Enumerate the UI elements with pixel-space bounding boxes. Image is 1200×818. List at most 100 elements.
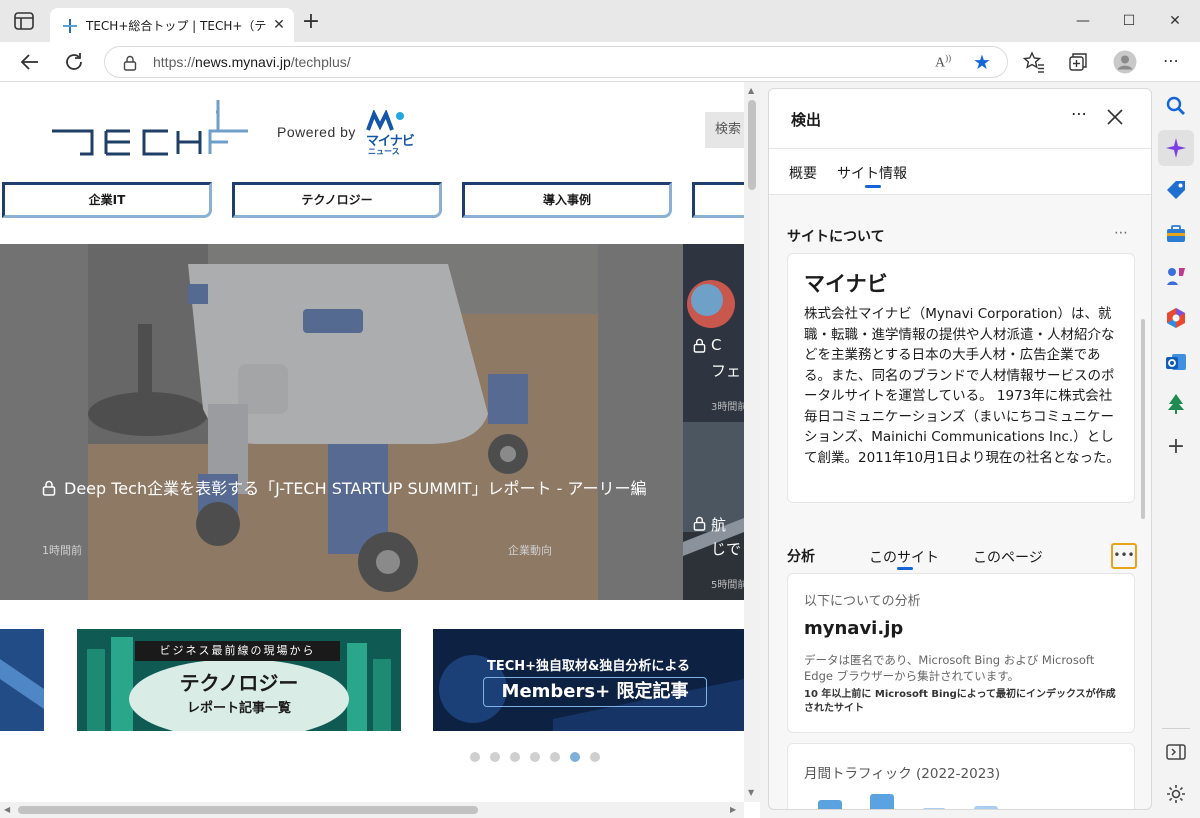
shopping-tag-icon[interactable] [1164, 178, 1188, 202]
panel-more-icon[interactable]: ⋯ [1067, 103, 1091, 127]
page-vertical-scroll-thumb[interactable] [748, 100, 756, 190]
games-icon[interactable] [1164, 264, 1188, 288]
about-section-title: サイトについて [787, 229, 885, 245]
analysis-tab-this-page[interactable]: このページ [973, 547, 1043, 567]
hero-category: 企業動向 [508, 544, 552, 557]
carousel-dot[interactable] [590, 752, 600, 762]
banner-technology-report[interactable]: ビジネス最前線の現場から テクノロジー レポート記事一覧 [77, 629, 401, 731]
scroll-down-icon[interactable]: ▼ [748, 788, 754, 797]
back-icon[interactable] [18, 50, 42, 74]
banner-partial[interactable] [0, 629, 44, 731]
mynavi-mark-icon [366, 109, 404, 131]
panel-close-icon[interactable] [1103, 105, 1127, 129]
side-article-card[interactable]: C フェ 3時間前 [683, 244, 744, 422]
tab-actions-icon[interactable] [14, 12, 34, 30]
add-sidebar-app-icon[interactable]: + [1164, 436, 1188, 460]
side-article-thumbnail [683, 244, 744, 422]
hide-sidebar-icon[interactable] [1164, 740, 1188, 764]
banner-title: テクノロジー [179, 671, 299, 695]
hero-carousel[interactable]: Deep Tech企業を表彰する「J-TECH STARTUP SUMMIT」レ… [0, 244, 744, 600]
carousel-dot[interactable] [550, 752, 560, 762]
panel-header: 検出 ⋯ [769, 89, 1151, 149]
nav-tab-case-studies[interactable]: 導入事例 [462, 182, 672, 218]
analysis-active-indicator [897, 567, 913, 570]
scroll-left-icon[interactable]: ◀ [4, 805, 10, 814]
nav-tab-enterprise-it[interactable]: 企業IT [2, 182, 212, 218]
collections-icon[interactable] [1067, 51, 1089, 73]
banner-subtitle: Members+ 限定記事 [483, 677, 707, 707]
navigation-toolbar: https://news.mynavi.jp/techplus/ A)) ★ ⋯ [0, 42, 1200, 82]
settings-more-icon[interactable]: ⋯ [1160, 51, 1182, 73]
sidebar-divider [1162, 728, 1190, 729]
outlook-icon[interactable] [1164, 350, 1188, 374]
carousel-dot[interactable] [470, 752, 480, 762]
panel-scrollbar[interactable] [1141, 319, 1145, 519]
analysis-card: 以下についての分析 mynavi.jp データは匿名であり、Microsoft … [787, 573, 1135, 733]
hero-overlay [0, 244, 683, 600]
analysis-tab-this-site[interactable]: このサイト [869, 547, 939, 567]
mynavi-news-logo[interactable]: マイナビ ニュース [364, 109, 415, 158]
favorite-star-icon[interactable]: ★ [973, 50, 991, 74]
favorites-icon[interactable] [1023, 51, 1045, 73]
banner-members-plus[interactable]: TECH+独自取材&独自分析による Members+ 限定記事 [433, 629, 744, 731]
address-bar[interactable]: https://news.mynavi.jp/techplus/ A)) ★ [104, 46, 1008, 78]
panel-title: 検出 [791, 111, 822, 129]
tech-plus-favicon-icon [63, 19, 77, 33]
carousel-dot[interactable] [490, 752, 500, 762]
window-close-icon[interactable]: ✕ [1163, 10, 1187, 32]
traffic-bar [870, 794, 894, 809]
traffic-bar [818, 800, 842, 809]
powered-by-label: Powered by [277, 124, 356, 140]
active-tab-indicator [865, 185, 881, 188]
page-horizontal-scrollbar[interactable]: ◀ ▶ [0, 802, 744, 818]
panel-tabs: 概要 サイト情報 [769, 149, 1151, 195]
traffic-bar [974, 806, 998, 809]
side-article-thumbnail [683, 422, 744, 600]
about-site-name: マイナビ [804, 272, 888, 296]
banner-graphic [0, 629, 44, 731]
nav-tab-technology[interactable]: テクノロジー [232, 182, 442, 218]
analysis-note: データは匿名であり、Microsoft Bing および Microsoft E… [804, 653, 1095, 683]
tools-briefcase-icon[interactable] [1164, 222, 1188, 246]
carousel-dot-active[interactable] [570, 752, 580, 762]
discover-sparkle-icon[interactable] [1164, 136, 1188, 160]
title-bar: TECH+総合トップ | TECH+（テック ✕ + — ☐ ✕ [0, 0, 1200, 42]
banner-tag: ビジネス最前線の現場から [135, 641, 340, 661]
browser-tab[interactable]: TECH+総合トップ | TECH+（テック ✕ [50, 8, 294, 42]
minimize-icon[interactable]: — [1071, 10, 1095, 32]
drop-tree-icon[interactable] [1164, 392, 1188, 416]
tab-overview[interactable]: 概要 [789, 163, 817, 183]
side-article-title: C [711, 336, 722, 354]
side-article-card[interactable]: 航 じで 5時間前 [683, 422, 744, 600]
office-icon[interactable] [1164, 306, 1188, 330]
sidebar-settings-icon[interactable] [1164, 782, 1188, 806]
scroll-up-icon[interactable]: ▲ [748, 86, 754, 95]
lock-icon[interactable] [123, 55, 137, 71]
tab-close-icon[interactable]: ✕ [270, 16, 288, 34]
hero-title: Deep Tech企業を表彰する「J-TECH STARTUP SUMMIT」レ… [64, 479, 647, 498]
scroll-right-icon[interactable]: ▶ [730, 805, 736, 814]
tech-plus-logo[interactable] [50, 98, 262, 168]
page-horizontal-scroll-thumb[interactable] [18, 806, 478, 814]
hero-headline[interactable]: Deep Tech企業を表彰する「J-TECH STARTUP SUMMIT」レ… [42, 476, 652, 502]
analysis-domain: mynavi.jp [804, 618, 904, 639]
mynavi-logo-sub: ニュース [368, 147, 400, 156]
side-article-title: 航 [711, 516, 727, 534]
new-tab-button[interactable]: + [300, 11, 322, 34]
profile-avatar-icon[interactable] [1113, 50, 1137, 74]
maximize-icon[interactable]: ☐ [1117, 10, 1141, 32]
about-more-icon[interactable]: ⋯ [1114, 225, 1129, 241]
side-article-time: 3時間前 [711, 402, 744, 413]
read-aloud-icon[interactable]: A)) [935, 53, 951, 72]
carousel-dot[interactable] [530, 752, 540, 762]
about-description: 株式会社マイナビ（Mynavi Corporation）は、就職・転職・進学情報… [804, 306, 1120, 466]
search-icon[interactable] [1164, 94, 1188, 118]
analysis-more-icon[interactable]: ••• [1111, 543, 1137, 569]
page-vertical-scrollbar[interactable]: ▲ ▼ [744, 82, 760, 802]
tab-site-info[interactable]: サイト情報 [837, 163, 907, 183]
refresh-icon[interactable] [62, 50, 86, 74]
discover-panel: 検出 ⋯ 概要 サイト情報 サイトについて ⋯ マイナビ 株式会社マイナビ（My… [768, 88, 1152, 810]
edge-sidebar: + [1152, 82, 1200, 818]
carousel-dot[interactable] [510, 752, 520, 762]
banner-title: TECH+独自取材&独自分析による [486, 659, 690, 674]
